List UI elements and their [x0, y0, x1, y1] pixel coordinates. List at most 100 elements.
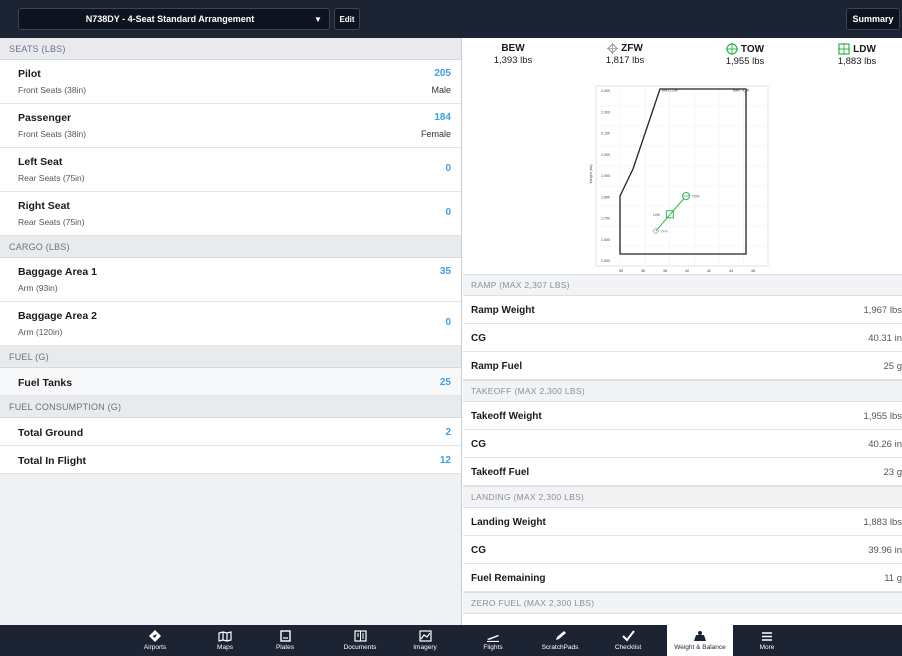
stat-value: 1,393 lbs [493, 55, 533, 66]
results-panel: BEW 1,393 lbs ZFW 1,817 lbs TOW 1,955 lb… [463, 38, 902, 625]
tab-airports[interactable]: Airports [125, 625, 185, 656]
seat-gender: Male [431, 85, 451, 95]
tab-maps[interactable]: Maps [195, 625, 255, 656]
result-value: 1,955 lbs [863, 411, 902, 422]
tab-flights[interactable]: Flights [463, 625, 523, 656]
tab-label: Airports [143, 644, 167, 651]
result-row: Takeoff Fuel 23 g [463, 458, 902, 486]
fuel-tanks-row[interactable]: Fuel Tanks 25 [0, 368, 461, 396]
stat-tow: TOW 1,955 lbs [695, 43, 795, 67]
consumption-section-header: FUEL CONSUMPTION (G) [0, 396, 461, 418]
loading-panel: SEATS (LBS) Pilot Front Seats (38in) 205… [0, 38, 462, 625]
summary-button[interactable]: Summary [846, 8, 900, 30]
tab-imagery[interactable]: Imagery [395, 625, 455, 656]
result-label: Landing Weight [471, 517, 546, 528]
total-ground-value: 2 [445, 427, 451, 438]
chevron-down-icon: ▼ [314, 14, 322, 24]
seat-name: Right Seat [18, 200, 70, 212]
cargo-row-baggage-2[interactable]: Baggage Area 2 Arm (120in) 0 [0, 302, 461, 346]
y-tick-label: 2,300 [601, 110, 610, 114]
y-tick-label: 1,600 [601, 238, 610, 242]
fuel-tanks-label: Fuel Tanks [18, 377, 73, 389]
tab-plates[interactable]: Plates [255, 625, 315, 656]
stat-label: LDW [853, 43, 876, 55]
y-tick-label: 1,800 [601, 195, 610, 199]
tab-checklist[interactable]: Checklist [598, 625, 658, 656]
tab-label: More [759, 644, 775, 651]
tab-more[interactable]: More [737, 625, 797, 656]
seat-weight: 184 [434, 112, 451, 123]
cargo-weight: 0 [445, 317, 451, 328]
total-ground-row[interactable]: Total Ground 2 [0, 418, 461, 446]
tab-label: Documents [343, 644, 377, 651]
result-value: 23 g [883, 467, 902, 478]
seat-name: Passenger [18, 112, 72, 124]
result-value: 40.31 in [868, 333, 902, 344]
result-label: Fuel Remaining [471, 573, 546, 584]
x-tick-label: 35 [619, 269, 623, 273]
seat-arm: Rear Seats (75in) [18, 173, 85, 183]
x-tick-label: 44 [729, 269, 733, 273]
seat-row-left-seat[interactable]: Left Seat Rear Seats (75in) 0 [0, 148, 461, 192]
cargo-arm: Arm (93in) [18, 283, 58, 293]
tab-label: Checklist [614, 644, 642, 651]
seat-arm: Front Seats (38in) [18, 85, 87, 95]
seat-row-passenger[interactable]: Passenger Front Seats (38in) 184 Female [0, 104, 461, 148]
total-in-flight-row[interactable]: Total In Flight 12 [0, 446, 461, 474]
stat-zfw: ZFW 1,817 lbs [575, 43, 675, 66]
scratchpads-icon [530, 625, 590, 642]
stat-ldw: LDW 1,883 lbs [807, 43, 902, 67]
documents-icon [330, 625, 390, 642]
tab-label: Maps [217, 644, 233, 651]
result-value: 1,883 lbs [863, 517, 902, 528]
tow-point-label: TOW [692, 195, 699, 199]
seat-name: Left Seat [18, 156, 63, 168]
seats-section-header: SEATS (LBS) [0, 38, 461, 60]
tab-documents[interactable]: Documents [330, 625, 390, 656]
cargo-name: Baggage Area 1 [18, 266, 97, 278]
x-tick-label: 40 [685, 269, 689, 273]
square-crosshair-icon [838, 43, 851, 55]
flights-icon [463, 625, 523, 642]
total-in-flight-value: 12 [439, 455, 451, 466]
tab-scratchpads[interactable]: ScratchPads [530, 625, 590, 656]
more-icon [737, 625, 797, 642]
tab-weight-balance[interactable]: Weight & Balance [667, 625, 733, 656]
y-tick-label: 2,000 [601, 153, 610, 157]
seat-arm: Rear Seats (75in) [18, 217, 85, 227]
result-label: Ramp Weight [471, 305, 535, 316]
y-tick-label: 2,400 [601, 89, 610, 93]
x-tick-label: 46 [751, 269, 755, 273]
x-tick-label: 38 [663, 269, 667, 273]
y-tick-label: 1,900 [601, 174, 610, 178]
tab-bar: Airports Maps Plates Documents Imagery Flight… [0, 625, 902, 656]
plot-frame [595, 85, 769, 267]
y-tick-label: 1,500 [601, 259, 610, 263]
stat-bew: BEW 1,393 lbs [463, 43, 563, 66]
result-value: 39.96 in [868, 545, 902, 556]
weight-summary: BEW 1,393 lbs ZFW 1,817 lbs TOW 1,955 lb… [463, 38, 902, 72]
seat-arm: Front Seats (38in) [18, 129, 87, 139]
edit-button[interactable]: Edit [334, 8, 360, 30]
section-header: TAKEOFF (MAX 2,300 LBS) [463, 380, 902, 402]
cargo-row-baggage-1[interactable]: Baggage Area 1 Arm (93in) 35 [0, 258, 461, 302]
weight-balance-icon [667, 625, 733, 642]
stat-value: 1,817 lbs [605, 55, 645, 66]
profile-selector[interactable]: N738DY - 4-Seat Standard Arrangement ▼ [18, 8, 330, 30]
profile-name: N738DY - 4-Seat Standard Arrangement [85, 14, 255, 24]
result-row: CG 39.96 in [463, 536, 902, 564]
envelope-label: MAX TOW [733, 89, 750, 93]
cg-envelope-svg: 2,400 2,300 2,100 2,000 1,900 1,800 1,700 1,600… [589, 85, 769, 273]
result-row: Ramp Weight 1,967 lbs [463, 296, 902, 324]
result-label: CG [471, 333, 486, 344]
result-row: Ramp Fuel 25 g [463, 352, 902, 380]
seat-row-right-seat[interactable]: Right Seat Rear Seats (75in) 0 [0, 192, 461, 236]
maps-icon [195, 625, 255, 642]
result-value: 11 g [884, 573, 902, 584]
seat-weight: 205 [434, 68, 451, 79]
seat-row-pilot[interactable]: Pilot Front Seats (38in) 205 Male [0, 60, 461, 104]
top-bar: N738DY - 4-Seat Standard Arrangement ▼ E… [0, 0, 902, 38]
diamond-crosshair-icon [607, 43, 619, 54]
fuel-section-header: FUEL (G) [0, 346, 461, 368]
imagery-icon [395, 625, 455, 642]
